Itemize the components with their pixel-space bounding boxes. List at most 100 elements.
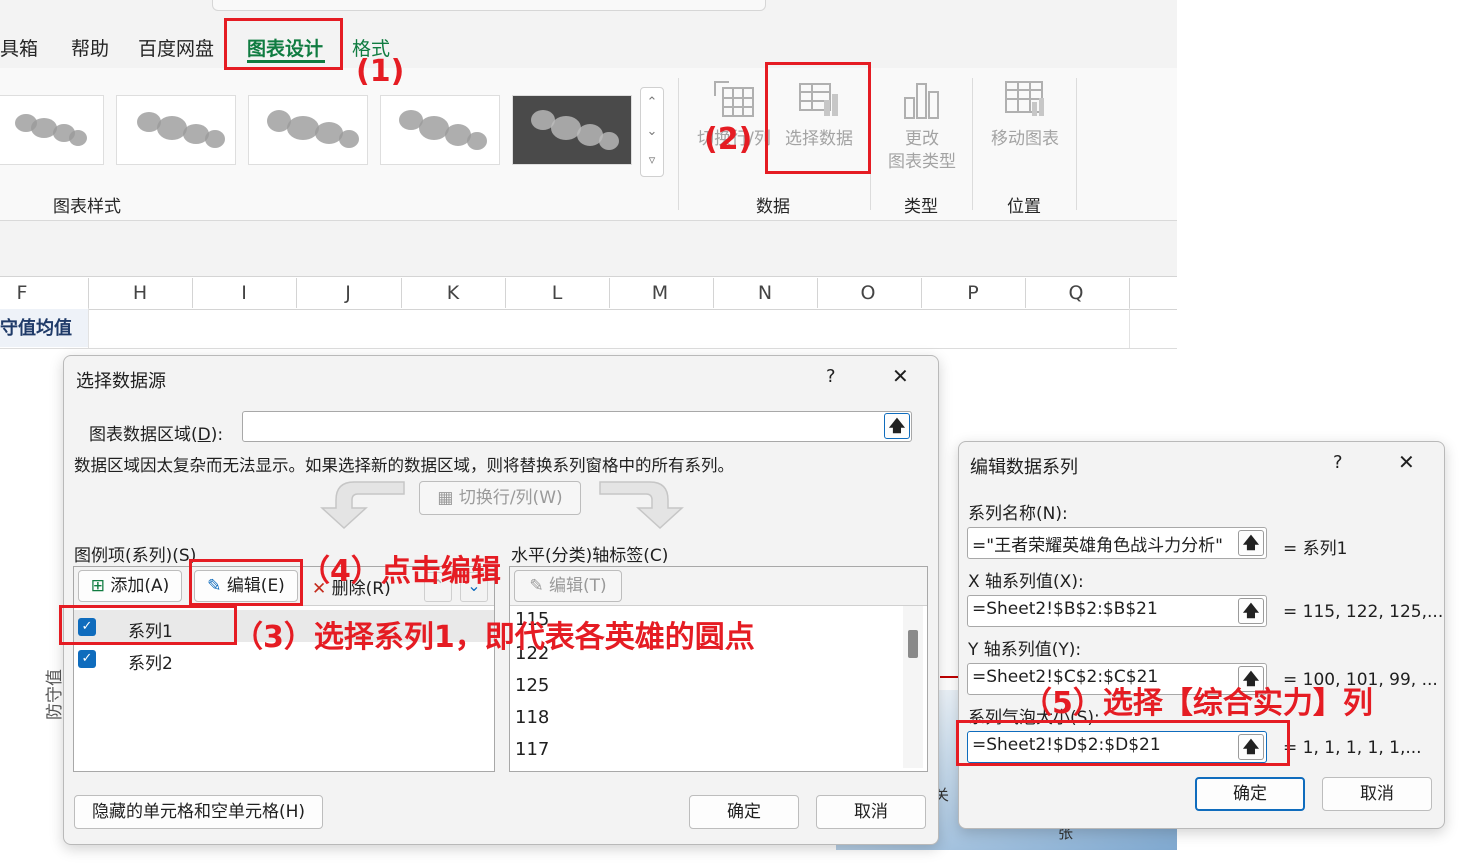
column-divider	[1025, 278, 1026, 308]
chart-y-axis-title: 防守值	[45, 669, 65, 720]
ribbon-divider	[972, 78, 973, 210]
axis-value: 117	[515, 739, 550, 760]
edit-axis-labels-button[interactable]: ✎ 编辑(T)	[514, 570, 622, 602]
arrow-left-icon	[320, 481, 405, 530]
series-name-value: ="王者荣耀英雄角色战斗力分析"	[972, 536, 1223, 556]
switch-row-col-dialog-button[interactable]: ▦ 切换行/列(W)	[419, 481, 581, 515]
x-values-result: = 115, 122, 125,...	[1283, 602, 1444, 622]
help-button[interactable]: ?	[826, 366, 836, 387]
column-header-q[interactable]: Q	[1056, 282, 1096, 304]
highlight-bubble-size-input	[956, 720, 1290, 766]
column-divider	[401, 278, 402, 308]
chevron-up-icon[interactable]: ⌃	[641, 88, 663, 117]
gallery-expand-icon[interactable]: ▿	[641, 146, 663, 175]
formula-bar-area	[0, 221, 1177, 276]
column-header-p[interactable]: P	[953, 282, 993, 304]
tab-baidu-netdisk[interactable]: 百度网盘	[138, 34, 214, 61]
axis-list-scrollbar[interactable]	[903, 606, 923, 768]
ok-button[interactable]: 确定	[689, 795, 799, 829]
axis-value: 125	[515, 675, 550, 696]
switch-icon: ▦	[437, 488, 454, 508]
arrow-right-icon	[599, 481, 684, 530]
change-chart-type-label-1: 更改	[905, 129, 939, 149]
annotation-step2: (2)	[704, 122, 753, 157]
annotation-step5: （5）选择【综合实力】列	[1022, 686, 1373, 721]
axis-value: 118	[515, 707, 550, 728]
annotation-step3: （3）选择系列1，即代表各英雄的圆点	[233, 620, 755, 655]
title-search-box[interactable]	[212, 0, 766, 11]
switch-row-col-icon	[714, 81, 754, 117]
annotation-step1: (1)	[356, 54, 405, 89]
chart-dashed-line	[940, 676, 960, 678]
column-divider	[609, 278, 610, 308]
range-picker-icon[interactable]: 🡅	[884, 413, 910, 439]
column-header-l[interactable]: L	[537, 282, 577, 304]
x-values-value: =Sheet2!$B$2:$B$21	[972, 599, 1158, 619]
tab-toolbox[interactable]: 具箱	[0, 34, 38, 61]
sheet-row	[0, 308, 1177, 349]
chart-data-range-input[interactable]	[242, 411, 912, 442]
move-chart-icon	[1005, 81, 1044, 116]
change-chart-type-button[interactable]: 更改 图表类型	[880, 78, 964, 174]
add-series-label: 添加(A)	[110, 576, 170, 596]
column-header-j[interactable]: J	[328, 282, 368, 304]
add-series-button[interactable]: ⊞ 添加(A)	[78, 570, 182, 602]
column-header-f[interactable]: F	[2, 282, 42, 304]
header-cell-text: 守值均值	[0, 318, 72, 339]
column-divider	[1129, 278, 1130, 308]
chart-style-thumb-1[interactable]	[0, 95, 104, 165]
switch-row-col-dialog-label: 切换行/列(W)	[458, 488, 563, 508]
grid-line	[1129, 308, 1130, 348]
annotation-step4: （4）点击编辑	[300, 554, 501, 589]
move-chart-button[interactable]: 移动图表	[982, 78, 1068, 151]
series-name-label: 系列名称(N):	[968, 504, 1068, 524]
column-header-n[interactable]: N	[745, 282, 785, 304]
edit-icon: ✎	[529, 576, 544, 596]
column-header-i[interactable]: I	[224, 282, 264, 304]
x-values-input[interactable]: =Sheet2!$B$2:$B$21	[967, 595, 1267, 627]
x-values-label: X 轴系列值(X):	[968, 572, 1084, 592]
column-divider	[192, 278, 193, 308]
edit-cancel-button[interactable]: 取消	[1322, 777, 1432, 811]
y-values-label: Y 轴系列值(Y):	[968, 640, 1082, 660]
chart-style-thumb-4[interactable]	[380, 95, 500, 165]
column-divider	[88, 278, 89, 308]
highlight-series-1	[59, 605, 237, 645]
add-icon: ⊞	[90, 576, 105, 596]
edit-help-button[interactable]: ?	[1333, 452, 1343, 473]
range-picker-icon[interactable]: 🡅	[1238, 530, 1264, 556]
column-header-m[interactable]: M	[640, 282, 680, 304]
tab-help[interactable]: 帮助	[71, 34, 109, 61]
scrollbar-thumb[interactable]	[908, 630, 918, 658]
column-divider	[296, 278, 297, 308]
chevron-down-icon[interactable]: ⌄	[641, 117, 663, 146]
cancel-button[interactable]: 取消	[816, 795, 926, 829]
column-divider	[713, 278, 714, 308]
column-header-bar	[0, 276, 1177, 310]
column-header-k[interactable]: K	[433, 282, 473, 304]
column-header-h[interactable]: H	[120, 282, 160, 304]
ribbon-divider	[678, 78, 679, 210]
column-divider	[505, 278, 506, 308]
series-2-checkbox[interactable]: ✓	[78, 650, 96, 668]
close-icon[interactable]: ✕	[892, 364, 909, 388]
hidden-empty-cells-button[interactable]: 隐藏的单元格和空单元格(H)	[74, 795, 323, 829]
legend-entries-label: 图例项(系列)(S)	[74, 546, 197, 566]
chart-style-thumb-3[interactable]	[248, 95, 368, 165]
edit-axis-labels-label: 编辑(T)	[549, 576, 607, 596]
column-divider	[817, 278, 818, 308]
edit-ok-button[interactable]: 确定	[1195, 777, 1305, 811]
edit-dialog-title: 编辑数据系列	[970, 457, 1078, 478]
gallery-scrollbar[interactable]: ⌃ ⌄ ▿	[640, 87, 664, 177]
close-icon[interactable]: ✕	[1398, 450, 1415, 474]
chart-style-thumb-2[interactable]	[116, 95, 236, 165]
ribbon-divider	[1076, 78, 1077, 210]
series-2-label: 系列2	[128, 654, 173, 674]
series-name-input[interactable]: ="王者荣耀英雄角色战斗力分析"	[967, 527, 1267, 559]
range-picker-icon[interactable]: 🡅	[1238, 598, 1264, 624]
grid-line	[88, 308, 89, 348]
chart-style-thumb-5[interactable]	[512, 95, 632, 165]
column-header-o[interactable]: O	[848, 282, 888, 304]
dialog-title: 选择数据源	[76, 371, 166, 392]
group-label-location: 位置	[1007, 197, 1041, 217]
